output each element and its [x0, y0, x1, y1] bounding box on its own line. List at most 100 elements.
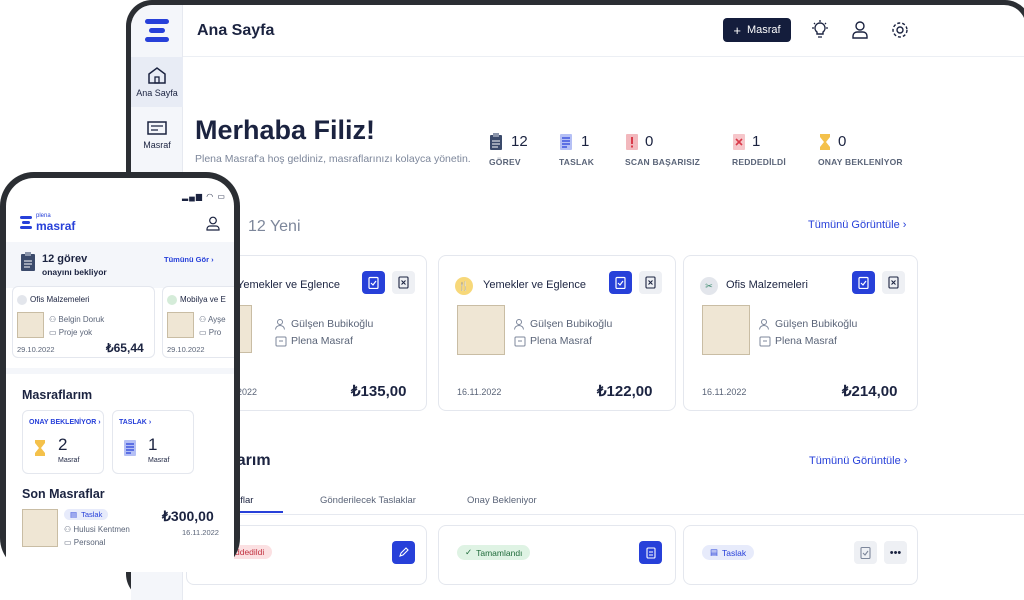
reject-button[interactable]	[392, 271, 415, 294]
welcome-subtitle: Plena Masraf'a hoş geldiniz, masrafların…	[195, 153, 471, 165]
project-icon: ▭	[64, 538, 72, 547]
expense-card[interactable]: ✂ Ofis Malzemeleri Gülşen Bubikoğlu Plen…	[683, 255, 918, 411]
draft-document-icon	[124, 440, 136, 456]
project-icon: ▭	[199, 328, 207, 337]
clipboard-check-icon	[615, 276, 626, 289]
desktop-app: Ana Sayfa Masraf Ana Sayfa + Masraf Merh…	[131, 5, 1024, 600]
pending-approval-card[interactable]: ONAY BEKLENİYOR › 2 Masraf	[22, 410, 104, 474]
add-expense-button[interactable]: + Masraf	[723, 18, 791, 42]
card-amount: ₺122,00	[597, 383, 653, 400]
mini-card-person: ⚇ Belgin Doruk	[49, 315, 105, 324]
phone-frame: ▂▄▆ ◠ ▭ plena masraf 12 görev onayını be…	[0, 172, 240, 572]
person-icon: ⚇	[199, 315, 207, 324]
card-amount: ₺214,00	[842, 383, 898, 400]
furniture-icon	[167, 295, 177, 305]
approve-button[interactable]	[852, 271, 875, 294]
document-x-icon	[398, 276, 409, 289]
mobile-logo	[20, 216, 32, 229]
check-icon: ✓	[465, 547, 473, 557]
recent-expenses-title: Son Masraflar	[22, 487, 105, 501]
clipboard-icon	[490, 133, 502, 150]
task-banner[interactable]: 12 görev onayını bekliyor Tümünü Gör ›	[6, 242, 234, 288]
card-date: 16.11.2022	[702, 387, 747, 397]
person-icon	[275, 319, 285, 330]
card-project: Plena Masraf	[775, 335, 837, 347]
tabs-divider	[183, 514, 1024, 515]
card-project: Plena Masraf	[291, 335, 353, 347]
mini-expense-card[interactable]: Mobilya ve E ⚇ Ayşe ▭ Pro 29.10.2022	[162, 286, 234, 358]
chevron-right-icon: ›	[903, 455, 908, 467]
reject-button[interactable]	[639, 271, 662, 294]
clipboard-check-icon	[858, 276, 869, 289]
receipt-thumbnail[interactable]	[457, 305, 505, 355]
reject-button[interactable]	[882, 271, 905, 294]
project-icon	[275, 336, 287, 347]
receipt-icon	[147, 121, 167, 135]
card-person: Gülşen Bubikoğlu	[291, 318, 374, 330]
user-icon[interactable]	[850, 20, 870, 40]
plus-icon: +	[733, 22, 741, 38]
clipboard-check-icon	[860, 546, 871, 559]
recent-date: 16.11.2022	[182, 528, 219, 537]
sidebar-item-label: Masraf	[143, 140, 171, 150]
logo-text: masraf	[36, 219, 76, 233]
chevron-right-icon: ›	[98, 419, 101, 426]
drafts-card[interactable]: TASLAK › 1 Masraf	[112, 410, 194, 474]
project-icon: ▭	[49, 328, 57, 337]
person-icon	[759, 319, 769, 330]
document-button[interactable]	[639, 541, 662, 564]
sidebar-item-expense[interactable]: Masraf	[131, 113, 183, 157]
hourglass-icon	[35, 440, 45, 456]
laptop-frame: Ana Sayfa Masraf Ana Sayfa + Masraf Merh…	[126, 0, 1024, 600]
view-all-expenses-link[interactable]: Tümünü Görüntüle ›	[809, 455, 907, 467]
draft-document-icon	[560, 134, 572, 150]
receipt-thumbnail[interactable]	[22, 509, 58, 547]
tab-drafts-to-send[interactable]: Gönderilecek Taslaklar	[320, 495, 416, 506]
clipboard-button[interactable]	[854, 541, 877, 564]
person-icon: ⚇	[64, 525, 72, 534]
status-badge: ✓ Tamamlandı	[457, 545, 531, 560]
recent-expense-item[interactable]: ▤ Taslak ⚇ Hulusi Kentmen ▭ Personal ₺300…	[20, 506, 232, 566]
page-title: Ana Sayfa	[197, 22, 275, 39]
sidebar-item-label: Ana Sayfa	[136, 88, 178, 98]
person-icon: ⚇	[49, 315, 57, 324]
edit-button[interactable]	[392, 541, 415, 564]
new-tasks-title: 12 Yeni	[248, 218, 301, 235]
status-badge: ▤ Taslak	[702, 545, 755, 560]
draft-icon: ▤	[710, 547, 719, 557]
mini-expense-card[interactable]: Ofis Malzemeleri ⚇ Belgin Doruk ▭ Proje …	[12, 286, 155, 358]
card-amount: ₺135,00	[351, 383, 407, 400]
rejected-icon	[733, 134, 745, 150]
mobile-app: ▂▄▆ ◠ ▭ plena masraf 12 görev onayını be…	[6, 178, 234, 572]
sidebar-item-home[interactable]: Ana Sayfa	[131, 57, 183, 107]
card-date: 16.11.2022	[457, 387, 502, 397]
receipt-thumbnail[interactable]	[17, 312, 44, 338]
expense-card[interactable]: 🍴 Yemekler ve Eglence Gülşen Bubikoğlu P…	[438, 255, 676, 411]
section-divider	[6, 368, 234, 374]
tab-pending-approval[interactable]: Onay Bekleniyor	[467, 495, 537, 506]
receipt-thumbnail[interactable]	[167, 312, 194, 338]
see-all-link[interactable]: Tümünü Gör ›	[164, 255, 214, 264]
clipboard-check-icon	[368, 276, 379, 289]
receipt-thumbnail[interactable]	[702, 305, 750, 355]
approve-button[interactable]	[609, 271, 632, 294]
card-category: Ofis Malzemeleri	[726, 279, 808, 291]
user-icon[interactable]	[206, 216, 220, 231]
gear-icon[interactable]	[890, 20, 910, 40]
my-expenses-title: Masraflarım	[22, 388, 93, 402]
home-icon	[148, 67, 166, 84]
card-category: Yemekler ve Eglence	[483, 279, 586, 291]
office-supplies-icon	[17, 295, 27, 305]
chevron-right-icon: ›	[902, 219, 907, 231]
chevron-right-icon: ›	[148, 419, 152, 426]
card-person: Gülşen Bubikoğlu	[775, 318, 858, 330]
view-all-tasks-link[interactable]: Tümünü Görüntüle ›	[808, 219, 906, 231]
mini-card-project: ▭ Proje yok	[49, 328, 93, 337]
approve-button[interactable]	[362, 271, 385, 294]
more-button[interactable]: •••	[884, 541, 907, 564]
status-bar-icons: ▂▄▆ ◠ ▭	[182, 192, 226, 201]
document-x-icon	[645, 276, 656, 289]
lightbulb-icon[interactable]	[810, 20, 830, 40]
expense-card[interactable]: ▤ Taslak •••	[683, 525, 918, 585]
expense-card[interactable]: ✓ Tamamlandı	[438, 525, 676, 585]
